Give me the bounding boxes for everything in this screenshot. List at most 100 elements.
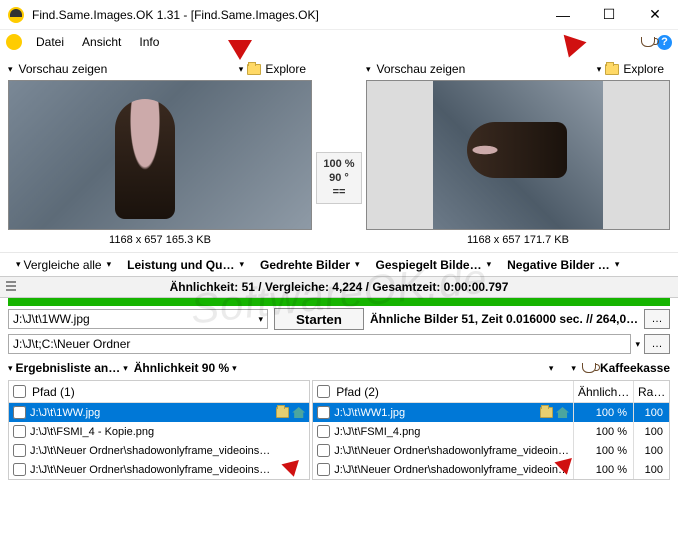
option-compare-all[interactable]: ▾Vergleiche alle▾ xyxy=(8,258,117,272)
table-row[interactable]: J:\J\t\FSMI_4 - Kopie.png xyxy=(9,422,309,441)
comparison-badge: 100 % 90 ° == xyxy=(314,58,364,248)
table-row[interactable]: J:\J\t\Neuer Ordner\shadowonlyframe_vide… xyxy=(313,460,573,479)
chevron-down-icon[interactable]: ▾ xyxy=(571,363,576,374)
option-rotated[interactable]: Gedrehte Bilder▾ xyxy=(254,258,366,272)
column-header-path2[interactable]: Pfad (2) xyxy=(313,381,573,403)
more-button[interactable]: … xyxy=(644,309,670,329)
folder-icon xyxy=(605,64,619,75)
option-negative[interactable]: Negative Bilder …▾ xyxy=(501,258,625,272)
folder-icon[interactable] xyxy=(276,407,289,418)
chevron-down-icon[interactable]: ▾ xyxy=(635,339,640,350)
home-icon[interactable] xyxy=(292,407,305,418)
search-paths-input[interactable] xyxy=(8,334,631,354)
status-text: Ähnliche Bilder 51, Zeit 0.016000 sec. /… xyxy=(370,312,638,326)
row-path: J:\J\t\Neuer Ordner\shadowonlyframe_vide… xyxy=(334,464,569,476)
home-icon[interactable] xyxy=(556,407,569,418)
current-file-path: J:\J\t\1WW.jpg xyxy=(13,312,90,326)
row-path: J:\J\t\FSMI_4.png xyxy=(334,426,420,438)
explore-left-button[interactable]: ▾ Explore xyxy=(239,62,306,76)
row-path: J:\J\t\Neuer Ordner\shadowonlyframe_vide… xyxy=(30,464,270,476)
explore-right-button[interactable]: ▾ Explore xyxy=(597,62,664,76)
show-preview-left-label[interactable]: Vorschau zeigen xyxy=(19,62,108,76)
table-row[interactable]: J:\J\t\FSMI_4.png xyxy=(313,422,573,441)
table-row[interactable]: J:\J\t\Neuer Ordner\shadowonlyframe_vide… xyxy=(313,441,573,460)
progress-bar xyxy=(8,298,670,306)
maximize-button[interactable]: ☐ xyxy=(586,0,632,30)
row-path: J:\J\t\Neuer Ordner\shadowonlyframe_vide… xyxy=(30,445,270,457)
zoom-value: 100 % xyxy=(323,157,354,171)
folder-icon xyxy=(247,64,261,75)
menu-file[interactable]: Datei xyxy=(28,33,72,51)
explore-right-label: Explore xyxy=(623,62,664,76)
chevron-down-icon[interactable]: ▾ xyxy=(8,64,13,75)
results-view-dropdown[interactable]: ▾Ergebnisliste an…▾ xyxy=(8,361,128,375)
minimize-button[interactable]: ― xyxy=(540,0,586,30)
chevron-down-icon: ▾ xyxy=(597,64,602,75)
chevron-down-icon: ▾ xyxy=(258,314,263,325)
table-row[interactable]: J:\J\t\WW1.jpg xyxy=(313,403,573,422)
column-header-similarity[interactable]: Ähnlich… xyxy=(574,381,633,403)
table-row[interactable]: J:\J\t\Neuer Ordner\shadowonlyframe_vide… xyxy=(9,441,309,460)
row-checkbox[interactable] xyxy=(13,406,26,419)
start-button[interactable]: Starten xyxy=(274,308,364,330)
path-input-row: ▾ … xyxy=(0,332,678,356)
window-title: Find.Same.Images.OK 1.31 - [Find.Same.Im… xyxy=(32,8,540,22)
table-row[interactable]: J:\J\t\Neuer Ordner\shadowonlyframe_vide… xyxy=(9,460,309,479)
preview-pane-left: ▾ Vorschau zeigen ▾ Explore 1168 x 657 1… xyxy=(8,58,312,248)
chevron-down-icon: ▾ xyxy=(239,64,244,75)
window-controls: ― ☐ ✕ xyxy=(540,0,678,30)
preview-image-left[interactable] xyxy=(8,80,312,230)
row-checkbox[interactable] xyxy=(317,463,330,476)
titlebar: Find.Same.Images.OK 1.31 - [Find.Same.Im… xyxy=(0,0,678,30)
row-checkbox[interactable] xyxy=(13,425,26,438)
similarity-threshold-dropdown[interactable]: Ähnlichkeit 90 %▾ xyxy=(134,361,237,375)
results-column-left: Pfad (1) J:\J\t\1WW.jpg J:\J\t\FSMI_4 - K… xyxy=(8,380,310,480)
options-row: ▾Vergleiche alle▾ Leistung und Qu…▾ Gedr… xyxy=(0,252,678,276)
annotation-arrow xyxy=(228,40,252,60)
stats-text: Ähnlichkeit: 51 / Vergleiche: 4,224 / Ge… xyxy=(170,280,509,294)
start-row: J:\J\t\1WW.jpg ▾ Starten Ähnliche Bilder… xyxy=(0,306,678,332)
row-checkbox[interactable] xyxy=(13,463,26,476)
list-toolbar: ▾Ergebnisliste an…▾ Ähnlichkeit 90 %▾ ▾ … xyxy=(0,356,678,380)
row-checkbox[interactable] xyxy=(317,444,330,457)
flip-value: == xyxy=(323,185,354,199)
column-header-rank[interactable]: Ra… xyxy=(634,381,669,403)
row-path: J:\J\t\WW1.jpg xyxy=(334,407,405,419)
row-checkbox[interactable] xyxy=(317,406,330,419)
preview-caption-left: 1168 x 657 165.3 KB xyxy=(8,230,312,248)
rotation-value: 90 ° xyxy=(323,171,354,185)
coffee-icon[interactable] xyxy=(641,37,655,47)
help-icon[interactable]: ? xyxy=(657,35,672,50)
option-performance[interactable]: Leistung und Qu…▾ xyxy=(121,258,250,272)
select-all-right-checkbox[interactable] xyxy=(317,385,330,398)
similarity-cell: 100 % xyxy=(574,441,633,460)
rank-cell: 100 xyxy=(634,422,669,441)
chevron-down-icon[interactable]: ▾ xyxy=(549,363,554,374)
column-header-path1[interactable]: Pfad (1) xyxy=(9,381,309,403)
row-path: J:\J\t\FSMI_4 - Kopie.png xyxy=(30,426,154,438)
current-file-dropdown[interactable]: J:\J\t\1WW.jpg ▾ xyxy=(8,309,268,329)
results-lists: Pfad (1) J:\J\t\1WW.jpg J:\J\t\FSMI_4 - K… xyxy=(0,380,678,480)
similarity-cell: 100 % xyxy=(574,460,633,479)
menu-info[interactable]: Info xyxy=(131,33,167,51)
close-button[interactable]: ✕ xyxy=(632,0,678,30)
donate-button[interactable]: Kaffeekasse xyxy=(582,361,670,375)
menu-view[interactable]: Ansicht xyxy=(74,33,129,51)
rank-cell: 100 xyxy=(634,403,669,422)
preview-image-right[interactable] xyxy=(366,80,670,230)
preview-pane-right: ▾ Vorschau zeigen ▾ Explore 1168 x 657 1… xyxy=(366,58,670,248)
preview-row: ▾ Vorschau zeigen ▾ Explore 1168 x 657 1… xyxy=(0,54,678,252)
browse-button[interactable]: … xyxy=(644,334,670,354)
row-checkbox[interactable] xyxy=(13,444,26,457)
select-all-left-checkbox[interactable] xyxy=(13,385,26,398)
explore-left-label: Explore xyxy=(265,62,306,76)
chevron-down-icon[interactable]: ▾ xyxy=(366,64,371,75)
option-mirrored[interactable]: Gespiegelt Bilde…▾ xyxy=(370,258,498,272)
similarity-cell: 100 % xyxy=(574,403,633,422)
row-checkbox[interactable] xyxy=(317,425,330,438)
app-icon xyxy=(8,7,24,23)
show-preview-right-label[interactable]: Vorschau zeigen xyxy=(377,62,466,76)
folder-icon[interactable] xyxy=(540,407,553,418)
similarity-cell: 100 % xyxy=(574,422,633,441)
table-row[interactable]: J:\J\t\1WW.jpg xyxy=(9,403,309,422)
